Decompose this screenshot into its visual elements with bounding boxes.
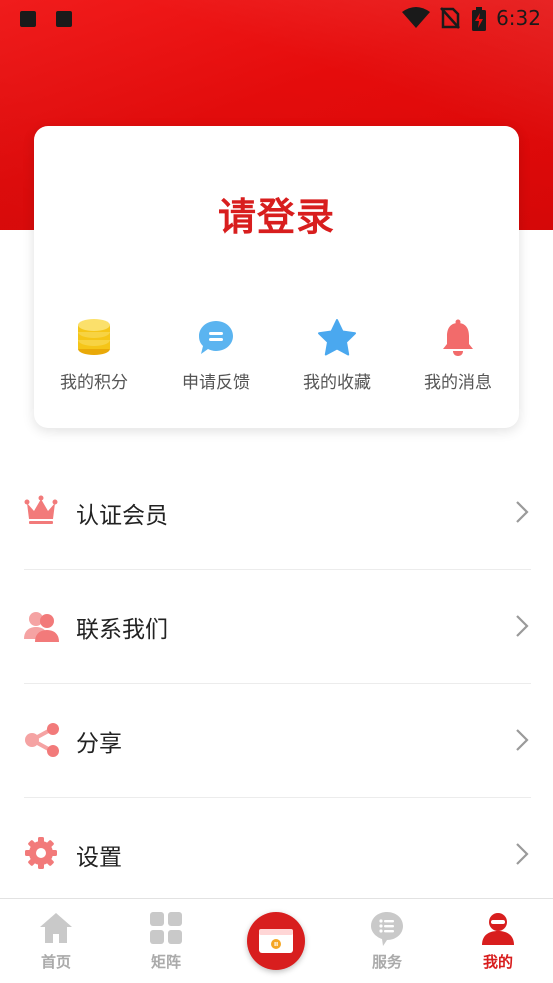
gear-icon [25, 837, 57, 869]
quick-action-label: 申请反馈 [182, 373, 250, 393]
chat-bubble-icon [199, 321, 233, 354]
nav-tab-label: 矩阵 [150, 953, 181, 971]
nav-tab-home[interactable]: 首页 [1, 899, 111, 983]
quick-action-feedback[interactable]: 申请反馈 [161, 312, 271, 393]
quick-action-points[interactable]: 我的积分 [39, 312, 149, 393]
menu-item-share[interactable]: 分享 [0, 683, 553, 797]
no-sim-icon [440, 7, 460, 29]
nav-tab-label: 首页 [40, 953, 71, 971]
wifi-icon [402, 7, 430, 28]
nav-tab-label: 服务 [371, 953, 402, 971]
menu-item-label: 设置 [76, 845, 122, 871]
chevron-right-icon [516, 615, 529, 637]
menu-item-settings[interactable]: 设置 [0, 797, 553, 911]
quick-action-favorites[interactable]: 我的收藏 [282, 312, 392, 393]
status-time: 6:32 [496, 6, 541, 30]
menu-item-verify-member[interactable]: 认证会员 [0, 455, 553, 569]
menu-item-label: 分享 [76, 731, 122, 757]
nav-tab-service[interactable]: 服务 [332, 899, 442, 983]
service-icon [371, 912, 403, 946]
notification-square-icon [20, 11, 36, 27]
star-icon [318, 319, 356, 356]
quick-action-label: 我的积分 [60, 373, 128, 393]
center-action-button[interactable] [247, 912, 305, 970]
chevron-right-icon [516, 501, 529, 523]
chevron-right-icon [516, 843, 529, 865]
nav-tab-label: 我的 [482, 953, 513, 971]
quick-action-messages[interactable]: 我的消息 [403, 312, 513, 393]
quick-action-label: 我的消息 [424, 373, 492, 393]
menu-item-label: 联系我们 [76, 617, 168, 643]
quick-action-label: 我的收藏 [303, 373, 371, 393]
login-prompt-link[interactable]: 请登录 [0, 186, 553, 241]
home-icon [40, 913, 72, 943]
share-icon [25, 723, 59, 757]
crown-icon [24, 495, 58, 524]
contacts-icon [24, 612, 59, 642]
nav-tab-matrix[interactable]: 矩阵 [111, 899, 221, 983]
coins-icon [78, 319, 110, 355]
grid-icon [150, 912, 182, 944]
profile-icon [482, 913, 514, 945]
chevron-right-icon [516, 729, 529, 751]
menu-item-label: 认证会员 [76, 503, 168, 529]
nav-tab-mine[interactable]: 我的 [443, 899, 553, 983]
ticket-icon [259, 929, 293, 953]
status-bar: 6:32 [0, 0, 553, 38]
battery-charging-icon [472, 7, 486, 31]
bell-icon [443, 319, 473, 356]
menu-item-contact-us[interactable]: 联系我们 [0, 569, 553, 683]
notification-square-icon [56, 11, 72, 27]
